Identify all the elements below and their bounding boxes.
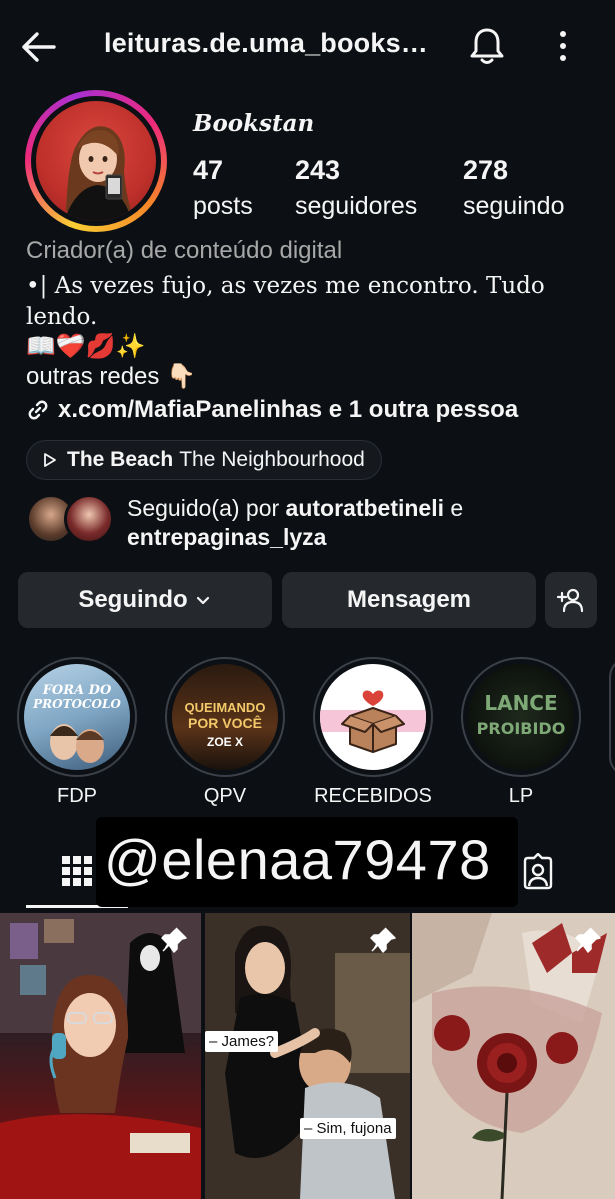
followed-by-text: Seguido(a) por autoratbetineli e entrepa…: [127, 494, 463, 552]
highlight-partial[interactable]: [609, 657, 615, 777]
svg-text:ZOE X: ZOE X: [207, 735, 243, 749]
highlight-fdp[interactable]: FORA DO PROTOCOLO FDP: [17, 657, 137, 808]
pin-icon: [370, 927, 396, 953]
following-button-label: Seguindo: [78, 586, 188, 613]
bio-other-networks: outras redes 👇🏻: [26, 363, 196, 390]
tagged-icon[interactable]: [519, 853, 557, 891]
highlight-cover: [320, 664, 426, 770]
watermark-text: @elenaa79478: [104, 828, 491, 891]
posts-count-value: 47: [193, 155, 224, 185]
followers-count-value: 243: [295, 155, 341, 185]
highlight-cover: LANCE PROIBIDO: [468, 664, 574, 770]
svg-text:QUEIMANDO: QUEIMANDO: [185, 700, 266, 715]
followed-user-1[interactable]: autoratbetineli: [286, 495, 444, 521]
bio-text: •| As vezes fujo, as vezes me encontro. …: [26, 273, 545, 330]
svg-text:FORA DO: FORA DO: [42, 683, 112, 698]
followed-by[interactable]: Seguido(a) por autoratbetineli e entrepa…: [26, 494, 606, 550]
top-bar: leituras.de.uma_books…: [0, 0, 615, 92]
followers-count-label: seguidores: [295, 192, 418, 220]
highlight-label: FDP: [57, 785, 97, 807]
svg-text:POR VOCÊ: POR VOCÊ: [188, 714, 262, 731]
add-person-icon: [556, 588, 584, 613]
message-button-label: Mensagem: [346, 586, 472, 613]
post-caption: – Sim, fujona: [300, 1118, 396, 1139]
bell-icon[interactable]: [467, 25, 507, 67]
highlight-label: QPV: [203, 785, 247, 807]
following-count-value: 278: [463, 155, 509, 185]
avatar: [36, 101, 156, 221]
highlight-label: LP: [508, 785, 534, 807]
link-icon: [28, 400, 48, 420]
highlight-lp[interactable]: LANCE PROIBIDO LP: [461, 657, 581, 808]
following-count[interactable]: 278 seguindo: [463, 155, 564, 221]
chevron-down-icon: [196, 596, 209, 605]
svg-text:PROIBIDO: PROIBIDO: [477, 719, 566, 738]
more-vertical-icon[interactable]: [552, 28, 574, 64]
message-button[interactable]: Mensagem: [282, 572, 536, 628]
highlight-cover: FORA DO PROTOCOLO: [24, 664, 130, 770]
posts-count-label: posts: [193, 192, 253, 220]
profile-username: leituras.de.uma_books…: [104, 28, 428, 58]
pin-icon: [161, 927, 187, 953]
music-pill[interactable]: The Beach The Neighbourhood: [26, 440, 382, 480]
grid-icon[interactable]: [61, 855, 93, 887]
story-ring[interactable]: [25, 90, 167, 232]
watermark-overlay: @elenaa79478: [96, 817, 518, 907]
profile-link[interactable]: x.com/MafiaPanelinhas e 1 outra pessoa: [26, 396, 518, 424]
svg-text:PROTOCOLO: PROTOCOLO: [32, 697, 121, 711]
post-thumbnail[interactable]: – James? – Sim, fujona: [205, 913, 410, 1199]
bio-emojis: 📖❤️‍🩹💋✨: [26, 333, 146, 360]
followed-user-2[interactable]: entrepaginas_lyza: [127, 524, 326, 550]
back-arrow-icon[interactable]: [18, 26, 60, 68]
add-person-button[interactable]: [545, 572, 597, 628]
posts-count[interactable]: 47 posts: [193, 155, 253, 221]
following-count-label: seguindo: [463, 192, 565, 220]
following-button[interactable]: Seguindo: [18, 572, 272, 628]
play-icon: [44, 453, 56, 467]
music-artist: The Neighbourhood: [179, 448, 365, 471]
post-thumbnail[interactable]: [412, 913, 615, 1199]
display-name: Bookstan: [193, 110, 315, 137]
highlight-recebidos[interactable]: RECEBIDOS: [313, 657, 433, 808]
highlight-qpv[interactable]: QUEIMANDO POR VOCÊ ZOE X QPV: [165, 657, 285, 808]
pin-icon: [575, 927, 601, 953]
music-title: The Beach: [67, 448, 174, 471]
profile-link-text: x.com/MafiaPanelinhas e 1 outra pessoa: [58, 396, 519, 423]
post-thumbnail[interactable]: [0, 913, 201, 1199]
followed-prefix: Seguido(a) por: [127, 495, 286, 521]
follower-avatar: [64, 494, 114, 544]
followers-count[interactable]: 243 seguidores: [295, 155, 417, 221]
profile-category: Criador(a) de conteúdo digital: [26, 237, 343, 264]
svg-text:LANCE: LANCE: [484, 691, 557, 715]
highlight-label: RECEBIDOS: [314, 785, 432, 807]
post-caption: – James?: [205, 1031, 279, 1052]
highlight-cover: QUEIMANDO POR VOCÊ ZOE X: [172, 664, 278, 770]
followed-joiner: e: [444, 495, 464, 521]
